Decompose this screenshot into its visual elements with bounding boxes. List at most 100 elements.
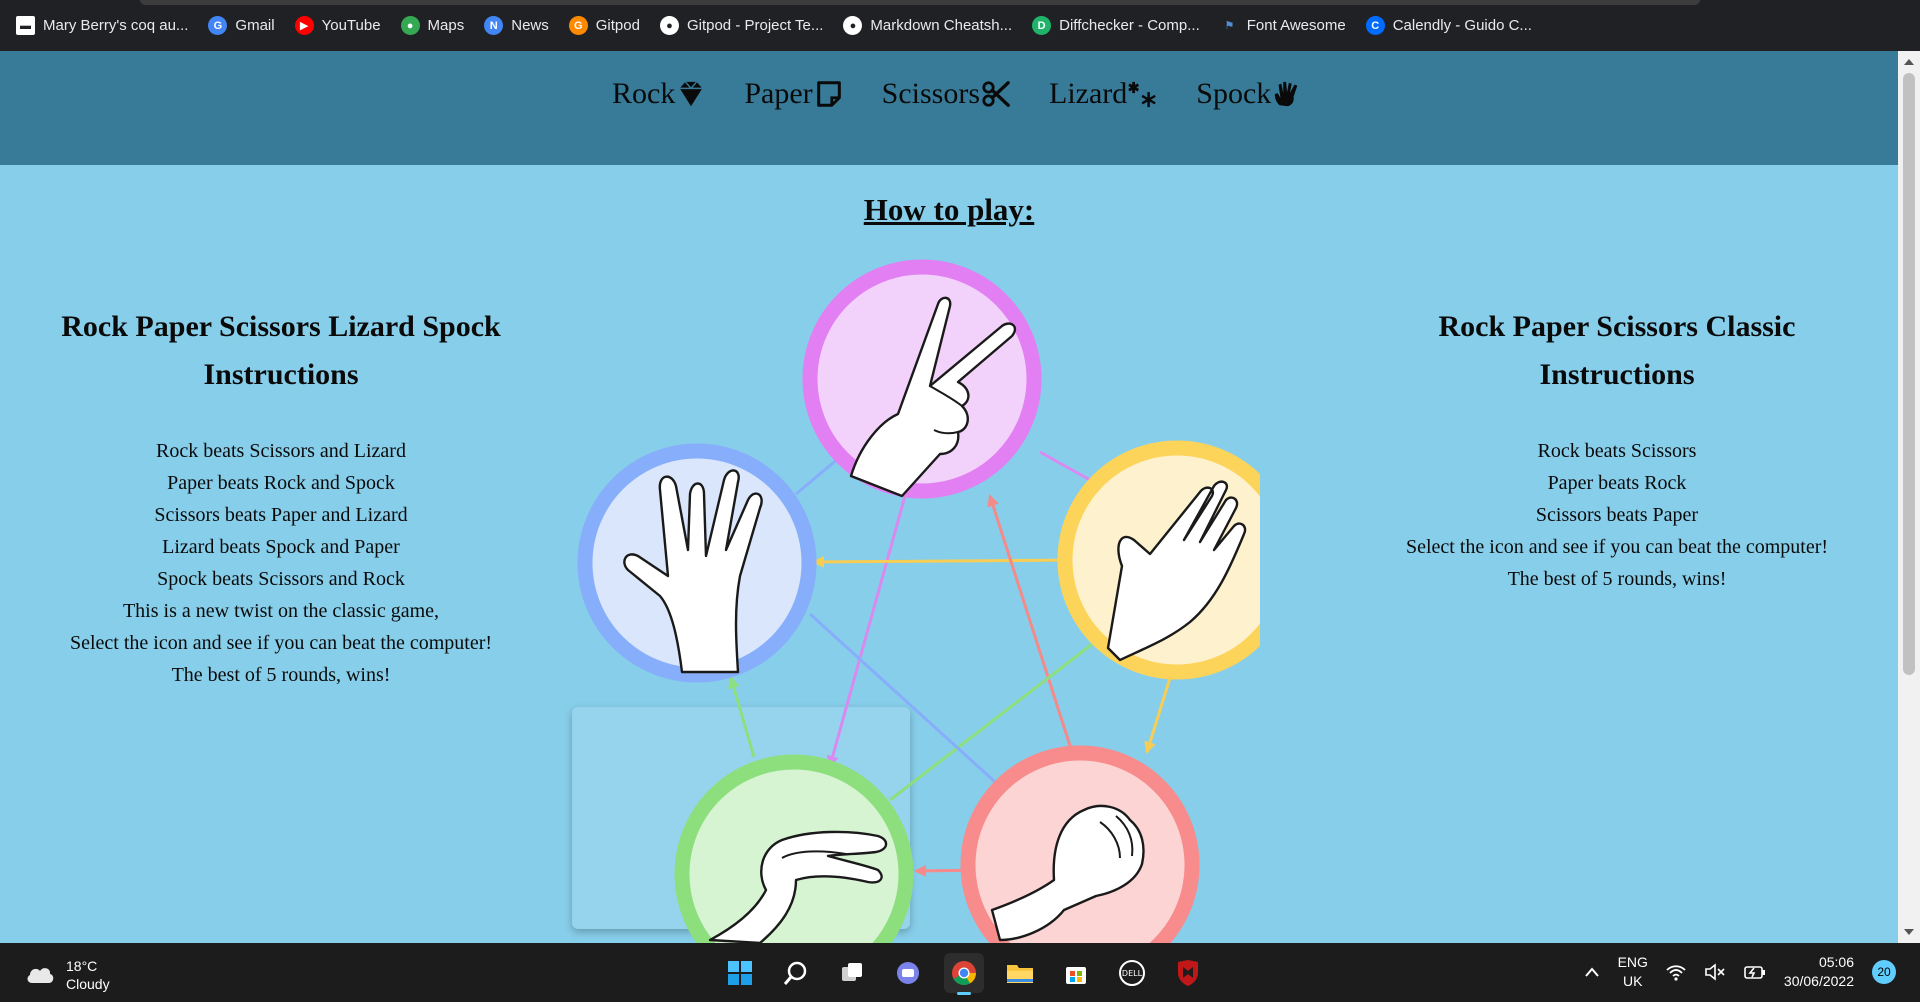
nav-rock-label: Rock [612,77,676,110]
clock-time: 05:06 [1818,954,1854,970]
node-paper [1057,440,1260,680]
rule-line: Paper beats Rock [1547,472,1687,494]
bookmark-label: Mary Berry's coq au... [43,17,189,34]
bookmark-label: Gitpod [595,17,640,34]
bookmark-label: YouTube [321,17,381,34]
nav-scissors-label: Scissors [881,77,980,110]
bookmark-item[interactable]: ⚑ Font Awesome [1220,16,1346,35]
scroll-up-arrow-icon[interactable] [1904,59,1914,65]
nav-paper[interactable]: Paper [744,77,843,111]
bookmark-item[interactable]: C Calendly - Guido C... [1365,16,1532,35]
classic-title-line2: Instructions [1539,358,1695,391]
news-icon: N [484,16,504,35]
rule-line: The best of 5 rounds, wins! [171,664,391,686]
bookmark-label: Diffchecker - Comp... [1059,17,1200,34]
rule-line: Rock beats Scissors and Lizard [156,440,406,462]
dell-icon: DELL [1119,960,1145,986]
battery-charging-icon[interactable] [1744,963,1766,981]
page-scrollbar[interactable] [1898,51,1920,943]
bookmark-item[interactable]: N News [484,16,549,35]
google-icon: G [208,16,228,35]
scroll-down-arrow-icon[interactable] [1904,929,1914,935]
wifi-icon[interactable] [1666,963,1686,981]
classic-title: Rock Paper Scissors Classic Instructions [1400,303,1834,399]
rpsls-rules: Rock beats Scissors and Lizard Paper beat… [60,435,502,691]
dell-button[interactable]: DELL [1112,953,1152,993]
rule-line: Paper beats Rock and Spock [167,472,395,494]
task-view-button[interactable] [832,953,872,993]
rule-line: Rock beats Scissors [1537,440,1697,462]
start-button[interactable] [720,953,760,993]
node-scissors [802,259,1042,499]
scissors-icon [982,81,1010,107]
calendly-icon: C [1365,16,1385,35]
weather-widget[interactable]: 18°C Cloudy [24,957,110,993]
bookmark-item[interactable]: D Diffchecker - Comp... [1032,16,1200,35]
bookmark-label: News [511,17,549,34]
clock[interactable]: 05:06 30/06/2022 [1784,953,1854,991]
bookmark-item[interactable]: ▶ YouTube [294,16,381,35]
arrow-lizard-to-spock [728,676,756,758]
mcafee-button[interactable] [1168,953,1208,993]
node-lizard [674,754,914,943]
nav-lizard[interactable]: Lizard [1049,77,1158,111]
teams-chat-button[interactable] [888,953,928,993]
classic-instructions: Rock Paper Scissors Classic Instructions… [1400,303,1834,595]
chrome-button[interactable] [944,953,984,995]
cloud-icon [27,968,54,983]
diffchecker-icon: D [1032,16,1052,35]
rule-line: Select the icon and see if you can beat … [69,632,493,654]
weather-condition: Cloudy [66,976,110,992]
choice-nav: Rock Paper Scissors Lizard Spock [612,77,1302,111]
bookmark-label: Markdown Cheatsh... [870,17,1013,34]
svg-text:DELL: DELL [1122,969,1143,978]
rpsls-title-line2: Instructions [203,358,359,391]
taskbar-apps: DELL [720,953,1208,995]
rule-line: Scissors beats Paper and Lizard [154,504,408,526]
scrollbar-thumb[interactable] [1903,73,1915,675]
bookmark-item[interactable]: ● Maps [400,16,464,35]
system-tray: ENG UK 05:06 30/06/2022 20 [1584,953,1896,991]
bookmark-item[interactable]: ● Gitpod - Project Te... [659,16,823,35]
rpsls-title-line1: Rock Paper Scissors Lizard Spock [61,310,501,343]
windows-logo-icon [728,961,752,985]
flag-icon: ⚑ [1224,20,1235,32]
bookmark-item[interactable]: ● Markdown Cheatsh... [843,16,1012,35]
arrow-scissors-to-lizard [826,477,912,768]
rpsls-instructions: Rock Paper Scissors Lizard Spock Instruc… [60,303,502,691]
youtube-icon: ▶ [294,16,314,35]
rule-line: Scissors beats Paper [1535,504,1699,526]
node-rock [960,745,1200,943]
bookmark-label: Font Awesome [1246,17,1346,34]
rpsls-diagram [577,259,1260,943]
classic-title-line1: Rock Paper Scissors Classic [1438,310,1796,343]
rule-line: The best of 5 rounds, wins! [1507,568,1727,590]
how-to-play-heading: How to play: [863,192,1035,227]
chevron-up-icon[interactable] [1584,966,1600,978]
language-indicator[interactable]: ENG UK [1618,953,1648,991]
volume-muted-icon[interactable] [1704,963,1726,981]
github-icon: ● [843,16,863,35]
classic-rules: Rock beats Scissors Paper beats Rock Sciss… [1400,435,1834,595]
nav-scissors[interactable]: Scissors [882,77,1011,111]
rule-line: This is a new twist on the classic game, [122,600,440,622]
lizard-icon [1128,81,1157,108]
file-explorer-button[interactable] [1000,953,1040,993]
arrow-paper-to-spock [812,555,1083,568]
tab-strip-edge [140,0,1700,5]
bookmarks-list: ▬ Mary Berry's coq au... G Gmail ▶ YouTube ● Ma… [16,16,1532,35]
bookmark-item[interactable]: G Gitpod [568,16,640,35]
nav-spock[interactable]: Spock [1196,77,1302,111]
bookmark-item[interactable]: ▬ Mary Berry's coq au... [16,16,188,35]
search-button[interactable] [776,953,816,993]
chrome-icon [952,961,976,986]
gitpod-icon: G [568,16,588,35]
task-view-icon [842,963,862,981]
bookmark-item[interactable]: G Gmail [208,16,275,35]
nav-rock[interactable]: Rock [612,77,706,111]
mcafee-shield-icon [1178,960,1198,986]
notification-badge[interactable]: 20 [1872,960,1896,984]
store-button[interactable] [1056,953,1096,993]
clock-date: 30/06/2022 [1783,973,1854,989]
bookmarks-bar: ▬ Mary Berry's coq au... G Gmail ▶ YouTube ● Ma… [0,0,1920,51]
